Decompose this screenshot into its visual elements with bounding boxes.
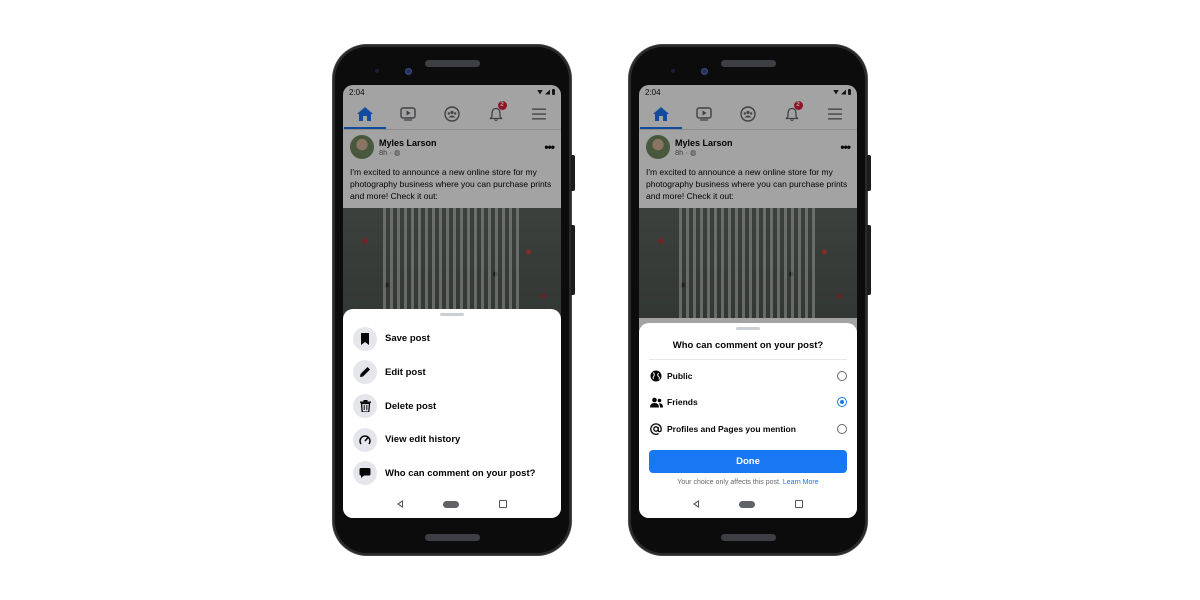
sheet-handle[interactable]	[440, 313, 464, 317]
phone-right: 2:04 2 Myles Larson 8h · ◍ ••• I'm excit…	[629, 45, 871, 555]
power-button	[867, 155, 871, 191]
sensor	[375, 69, 379, 73]
comment-audience-sheet: Who can comment on your post? Public Fri…	[639, 322, 857, 518]
bottom-speaker	[425, 534, 480, 541]
radio-mentions[interactable]	[837, 423, 847, 434]
done-button[interactable]: Done	[649, 450, 847, 473]
option-label: Friends	[667, 397, 698, 408]
phone-left: 2:04 2 Myles Larson 8h · ◍ ••• I'm excit…	[333, 45, 575, 555]
menu-item-delete-post[interactable]: Delete post	[343, 389, 561, 423]
front-camera	[405, 68, 412, 75]
history-icon	[359, 434, 371, 445]
menu-item-view-edit-history[interactable]: View edit history	[343, 423, 561, 457]
volume-button	[867, 225, 871, 295]
menu-item-label: View edit history	[385, 434, 461, 446]
sheet-handle[interactable]	[736, 326, 760, 330]
power-button	[571, 155, 575, 191]
earpiece	[425, 60, 480, 67]
home-button[interactable]	[739, 500, 755, 508]
menu-item-who-can-comment[interactable]: Who can comment on your post?	[343, 456, 561, 490]
option-label: Public	[667, 370, 693, 381]
bookmark-icon	[361, 332, 369, 345]
menu-item-label: Edit post	[385, 366, 426, 378]
volume-button	[571, 225, 575, 295]
trash-icon	[359, 400, 371, 413]
option-mentions[interactable]: Profiles and Pages you mention	[639, 416, 857, 443]
menu-item-save-post[interactable]: Save post	[343, 322, 561, 356]
footnote-text: Your choice only affects this post.	[677, 479, 781, 486]
screen: 2:04 2 Myles Larson 8h · ◍ ••• I'm excit…	[639, 85, 857, 518]
sheet-title: Who can comment on your post?	[649, 336, 847, 360]
radio-friends[interactable]	[837, 397, 847, 408]
at-icon	[650, 423, 662, 435]
earpiece	[721, 60, 776, 67]
bottom-speaker	[721, 534, 776, 541]
front-camera	[701, 68, 708, 75]
menu-item-label: Who can comment on your post?	[385, 467, 536, 479]
recents-icon[interactable]	[499, 500, 507, 508]
back-icon[interactable]	[693, 500, 699, 508]
post-options-sheet: Save post Edit post Delete post View edi…	[343, 309, 561, 518]
learn-more-link[interactable]: Learn More	[783, 479, 819, 486]
sensor	[671, 69, 675, 73]
system-nav-bar	[343, 490, 561, 518]
option-public[interactable]: Public	[639, 363, 857, 390]
globe-icon	[650, 370, 662, 382]
back-icon[interactable]	[397, 500, 403, 508]
option-friends[interactable]: Friends	[639, 389, 857, 416]
menu-item-edit-post[interactable]: Edit post	[343, 356, 561, 390]
recents-icon[interactable]	[795, 500, 803, 508]
home-button[interactable]	[443, 500, 459, 508]
radio-public[interactable]	[837, 370, 847, 381]
comment-icon	[359, 468, 371, 479]
system-nav-bar	[639, 490, 857, 518]
menu-item-label: Delete post	[385, 400, 437, 412]
pencil-icon	[360, 367, 370, 378]
friends-icon	[649, 397, 663, 408]
option-label: Profiles and Pages you mention	[667, 423, 796, 434]
footnote: Your choice only affects this post. Lear…	[639, 477, 857, 490]
menu-item-label: Save post	[385, 333, 430, 345]
screen: 2:04 2 Myles Larson 8h · ◍ ••• I'm excit…	[343, 85, 561, 518]
